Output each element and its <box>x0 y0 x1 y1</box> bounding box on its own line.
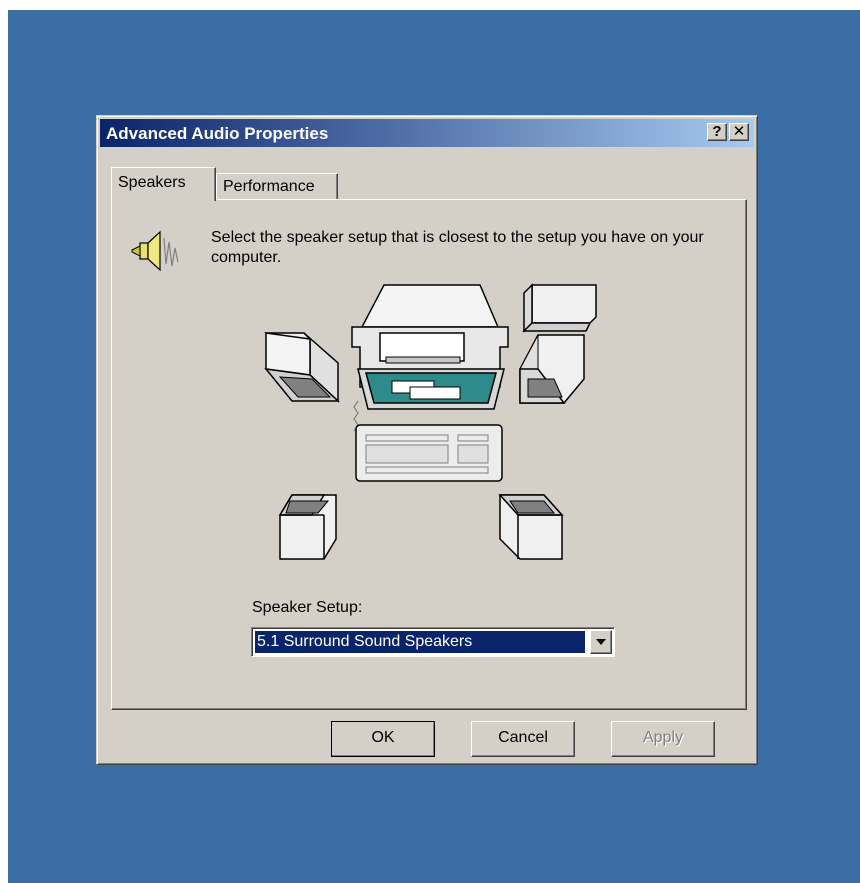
dropdown-arrow-icon[interactable] <box>590 630 612 654</box>
speaker-setup-dropdown[interactable]: 5.1 Surround Sound Speakers <box>251 627 615 657</box>
window-title: Advanced Audio Properties <box>106 124 329 143</box>
speakers-tab-panel: Select the speaker setup that is closest… <box>111 199 747 710</box>
ok-button[interactable]: OK <box>331 721 435 757</box>
title-bar[interactable]: Advanced Audio Properties ? ✕ <box>100 119 754 147</box>
computer-illustration <box>351 284 509 482</box>
front-left-speaker-icon <box>264 332 340 403</box>
rear-left-speaker-icon <box>278 494 337 560</box>
close-button[interactable]: ✕ <box>729 123 749 141</box>
speaker-setup-selected-value[interactable]: 5.1 Surround Sound Speakers <box>255 631 585 653</box>
tab-speakers[interactable]: Speakers <box>111 167 216 201</box>
speaker-volume-icon <box>131 230 179 272</box>
tab-performance[interactable]: Performance <box>216 173 338 201</box>
advanced-audio-properties-dialog: Advanced Audio Properties ? ✕ Speakers P… <box>96 115 758 765</box>
cancel-button[interactable]: Cancel <box>471 721 575 757</box>
front-right-speaker-icon <box>519 334 585 404</box>
apply-button[interactable]: Apply <box>611 721 715 757</box>
rear-right-speaker-icon <box>498 494 564 560</box>
center-speaker-icon <box>522 283 597 333</box>
instructions-text: Select the speaker setup that is closest… <box>211 229 704 266</box>
speaker-setup-label: Speaker Setup: <box>252 599 363 616</box>
help-button[interactable]: ? <box>707 123 727 141</box>
speaker-layout-illustration <box>264 283 597 560</box>
